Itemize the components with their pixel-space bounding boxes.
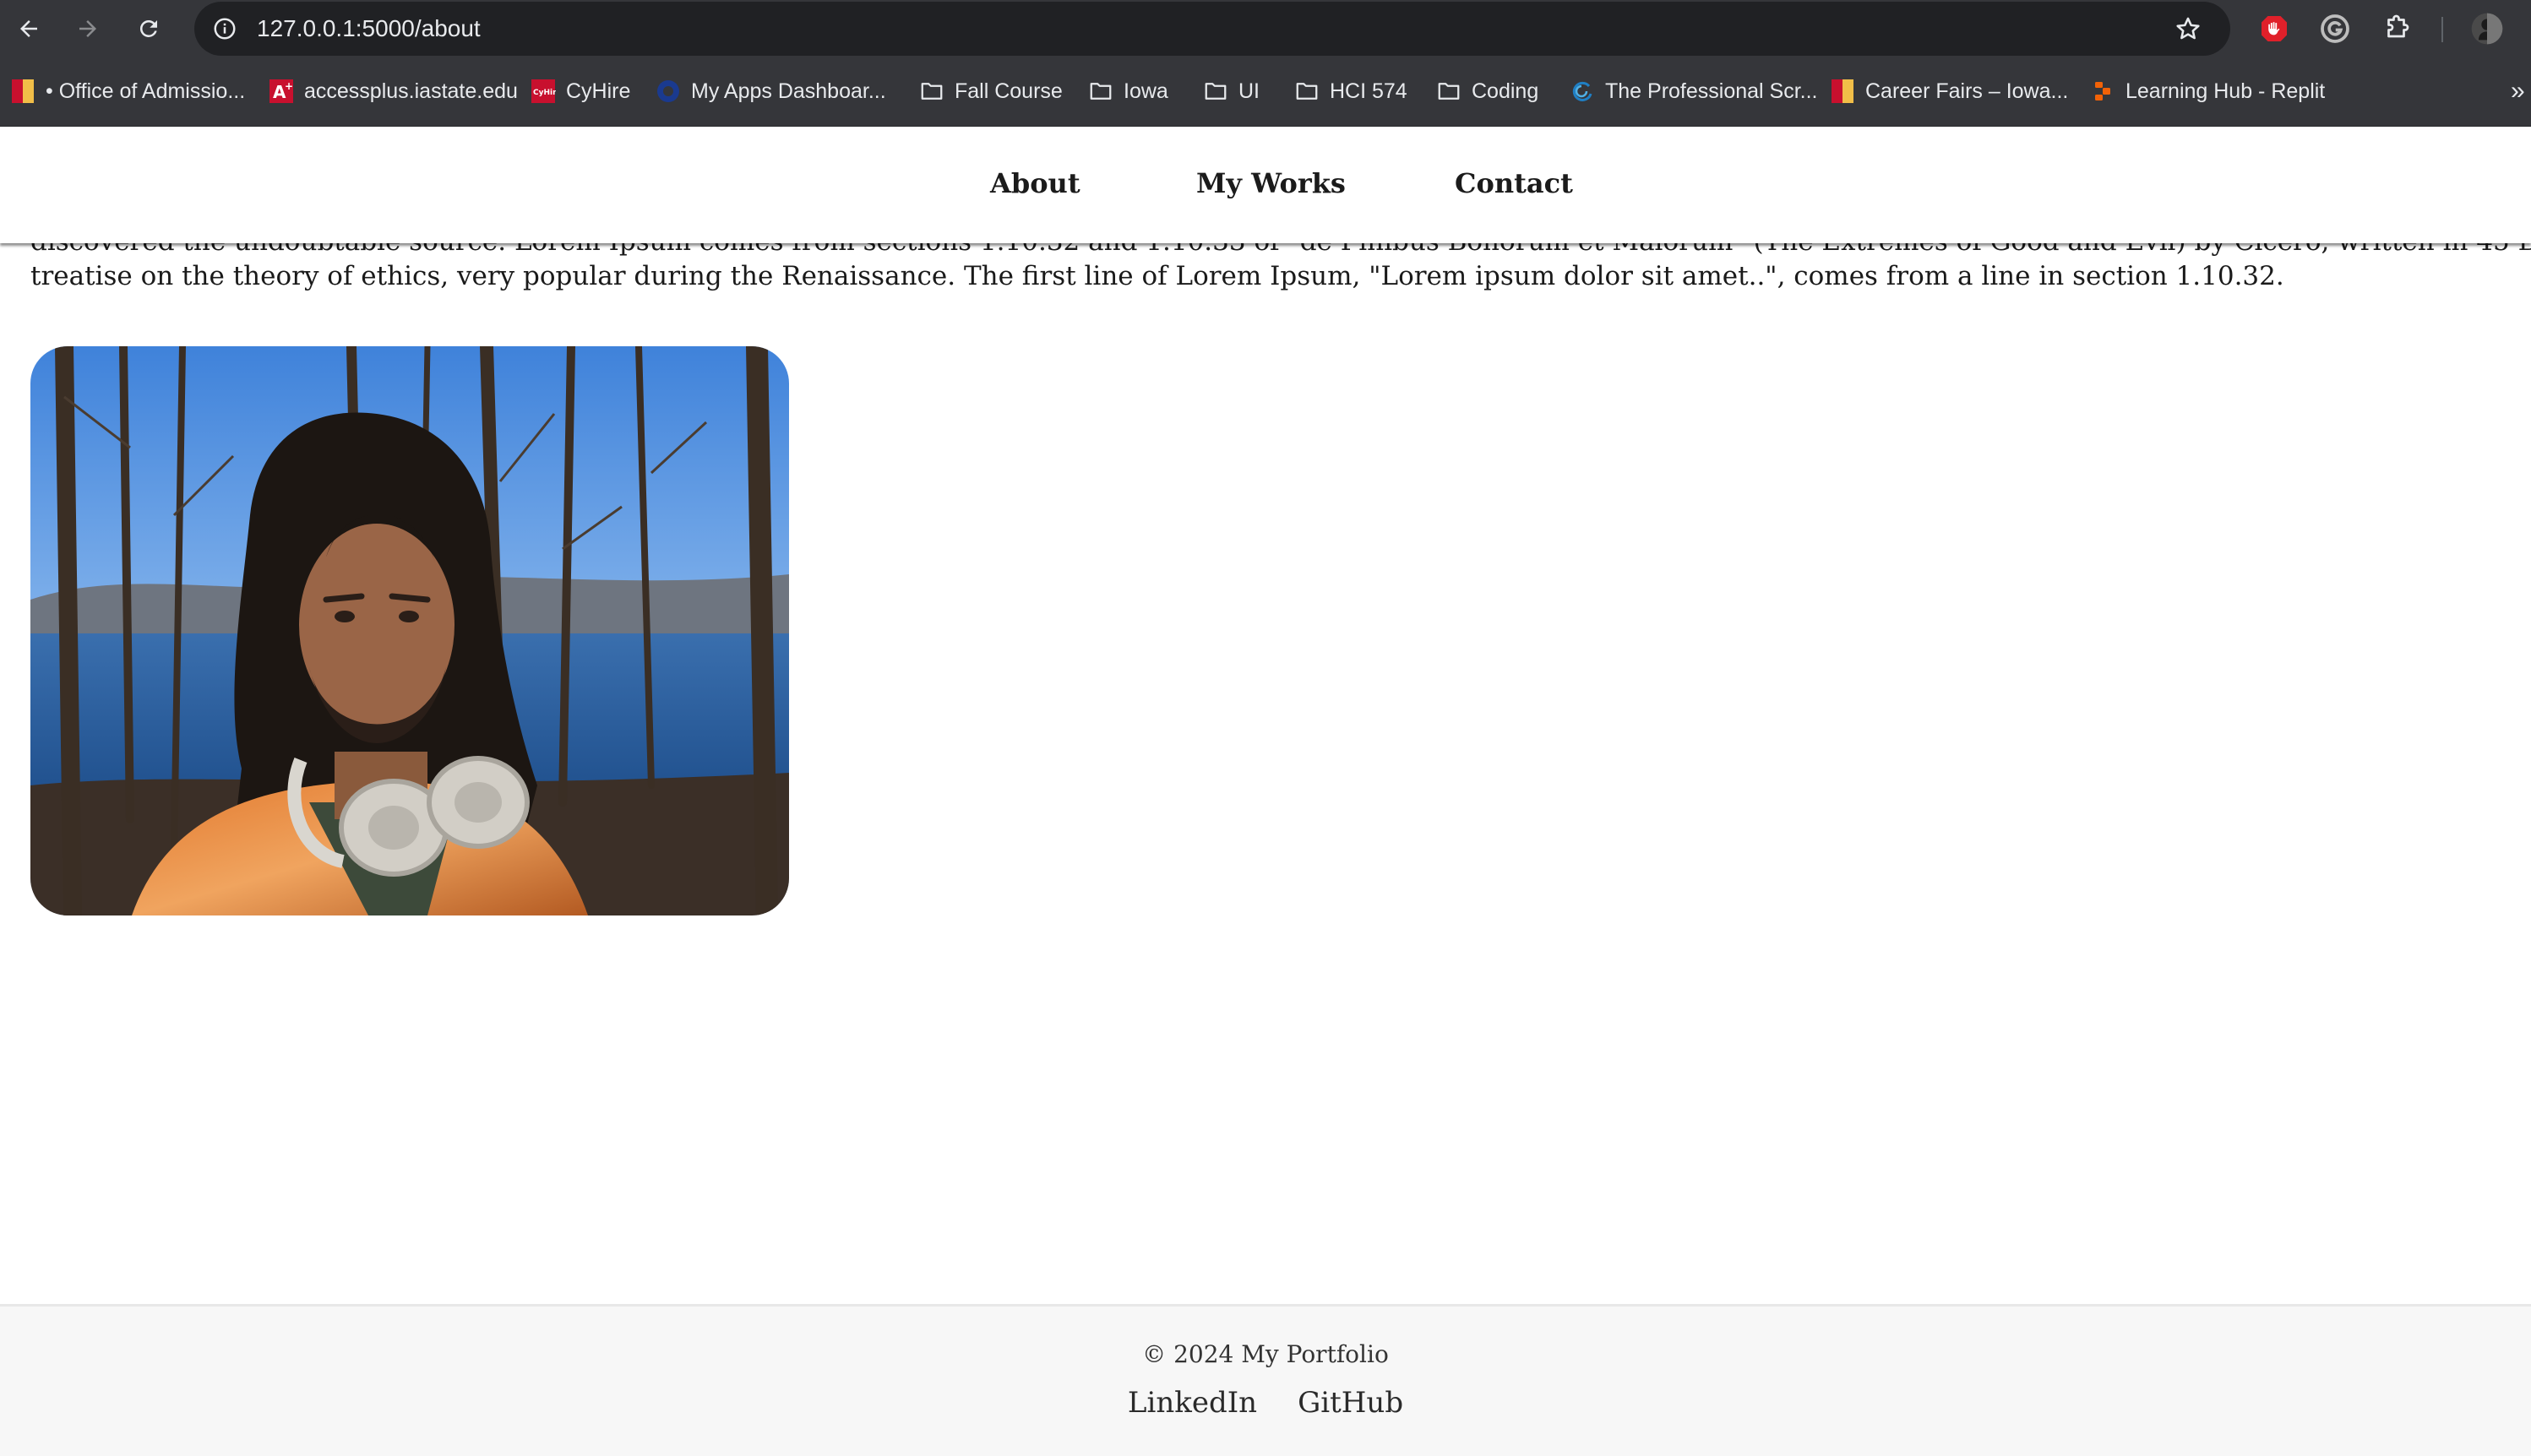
bookmark-career-fairs[interactable]: Career Fairs – Iowa... — [1830, 74, 2068, 108]
bookmark-star-button[interactable] — [2171, 12, 2205, 46]
bookmark-folder-fall-course[interactable]: Fall Course — [919, 74, 1063, 108]
info-icon — [214, 18, 236, 40]
bookmark-accessplus[interactable]: A + accessplus.iastate.edu — [269, 74, 518, 108]
bookmark-folder-ui[interactable]: UI — [1203, 74, 1260, 108]
iowa-state-favicon — [1830, 79, 1855, 104]
svg-text:CyHire: CyHire — [533, 89, 556, 97]
extensions-menu-button[interactable] — [2381, 12, 2414, 46]
extension-grammarly-button[interactable] — [2318, 12, 2352, 46]
adblock-extension-icon — [2262, 16, 2287, 41]
footer-social-links: LinkedIn GitHub — [0, 1386, 2531, 1420]
profile-photo — [30, 346, 789, 915]
bookmarks-bar: • Office of Admissio... A + accessplus.ia… — [0, 57, 2531, 127]
back-button[interactable] — [10, 10, 47, 47]
url-text[interactable]: 127.0.0.1:5000/about — [257, 2, 481, 56]
folder-icon — [1294, 79, 1320, 104]
scrum-favicon — [1570, 79, 1595, 104]
svg-text:+: + — [285, 80, 293, 92]
bookmarks-overflow-button[interactable]: » — [2511, 74, 2525, 108]
site-info-button[interactable] — [210, 14, 240, 44]
bookmark-folder-iowa[interactable]: Iowa — [1088, 74, 1168, 108]
address-bar[interactable]: 127.0.0.1:5000/about — [194, 2, 2230, 56]
arrow-right-icon — [79, 20, 96, 37]
reload-icon — [139, 19, 157, 37]
bookmark-cyhire[interactable]: CyHire CyHire — [531, 74, 630, 108]
nav-link-contact[interactable]: Contact — [1455, 167, 1573, 199]
bookmark-my-apps-dashboard[interactable]: My Apps Dashboar... — [656, 74, 886, 108]
forward-button[interactable] — [69, 10, 106, 47]
arrow-left-icon — [20, 20, 37, 37]
folder-icon — [1088, 79, 1113, 104]
bookmark-professional-scrum[interactable]: The Professional Scr... — [1570, 74, 1818, 108]
accessplus-favicon: A + — [269, 79, 294, 104]
web-page: discovered the undoubtable source. Lorem… — [0, 127, 2531, 1456]
profile-avatar-button[interactable] — [2470, 12, 2504, 46]
bookmark-folder-hci-574[interactable]: HCI 574 — [1294, 74, 1407, 108]
bookmark-learning-hub-replit[interactable]: Learning Hub - Replit — [2090, 74, 2325, 108]
extension-adblock-button[interactable] — [2257, 12, 2291, 46]
folder-icon — [1203, 79, 1228, 104]
profile-avatar-icon — [2471, 13, 2503, 45]
bookmark-office-of-admissions[interactable]: • Office of Admissio... — [10, 74, 245, 108]
star-icon — [2176, 17, 2200, 40]
profile-photo-image — [30, 346, 789, 915]
folder-icon — [919, 79, 944, 104]
toolbar-divider — [2441, 17, 2443, 42]
replit-favicon — [2090, 79, 2115, 104]
browser-toolbar: 127.0.0.1:5000/about — [0, 0, 2531, 57]
folder-icon — [1436, 79, 1461, 104]
linkedin-link[interactable]: LinkedIn — [1128, 1386, 1257, 1420]
nav-link-my-works[interactable]: My Works — [1196, 167, 1346, 199]
about-text-line: treatise on the theory of ethics, very p… — [30, 261, 2284, 291]
github-link[interactable]: GitHub — [1298, 1386, 1403, 1420]
iowa-state-favicon — [10, 79, 35, 104]
puzzle-icon — [2387, 14, 2409, 38]
nav-link-about[interactable]: About — [990, 167, 1080, 199]
site-navbar: About My Works Contact — [0, 127, 2531, 243]
cyhire-favicon: CyHire — [531, 79, 556, 104]
footer-copyright: © 2024 My Portfolio — [1142, 1340, 1389, 1368]
site-footer: © 2024 My Portfolio LinkedIn GitHub — [0, 1304, 2531, 1456]
reload-button[interactable] — [130, 10, 167, 47]
okta-favicon — [656, 79, 681, 104]
bookmark-folder-coding[interactable]: Coding — [1436, 74, 1538, 108]
grammarly-extension-icon — [2321, 14, 2349, 43]
